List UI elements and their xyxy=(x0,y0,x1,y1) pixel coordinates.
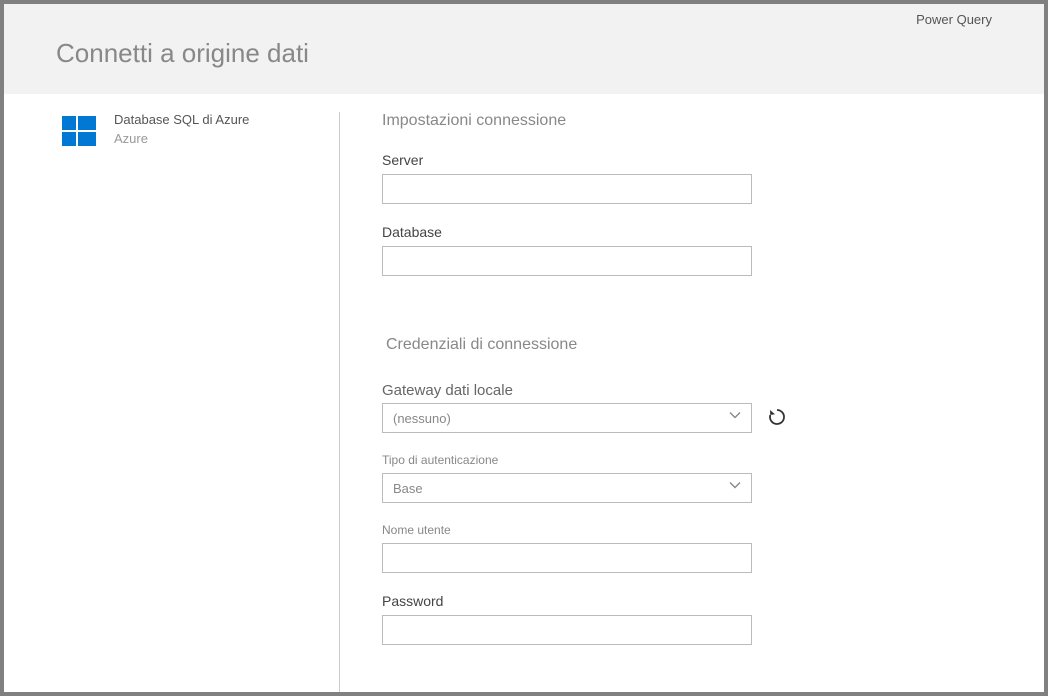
windows-icon xyxy=(62,114,96,153)
auth-type-select[interactable]: Base xyxy=(382,473,752,503)
password-label: Password xyxy=(382,593,1004,609)
gateway-label: Gateway dati locale xyxy=(382,382,1004,399)
gateway-select-value: (nessuno) xyxy=(393,411,451,426)
page-title: Connetti a origine dati xyxy=(56,38,309,69)
gateway-select[interactable]: (nessuno) xyxy=(382,403,752,433)
password-input[interactable] xyxy=(382,615,752,645)
section-connection-settings: Impostazioni connessione xyxy=(382,112,1004,130)
username-input[interactable] xyxy=(382,543,752,573)
database-label: Database xyxy=(382,224,1004,240)
main-form: Impostazioni connessione Server Database… xyxy=(340,112,1044,692)
username-label: Nome utente xyxy=(382,523,1004,537)
source-name: Database SQL di Azure xyxy=(114,112,249,127)
header: Power Query Connetti a origine dati xyxy=(4,4,1044,94)
refresh-button[interactable] xyxy=(766,407,788,429)
database-input[interactable] xyxy=(382,246,752,276)
source-subtitle: Azure xyxy=(114,131,249,146)
server-label: Server xyxy=(382,152,1004,168)
content: Database SQL di Azure Azure Impostazioni… xyxy=(4,94,1044,692)
section-connection-credentials: Credenziali di connessione xyxy=(382,336,1004,354)
auth-type-select-value: Base xyxy=(393,481,423,496)
sidebar-item-azure-sql[interactable]: Database SQL di Azure Azure xyxy=(62,112,319,153)
sidebar: Database SQL di Azure Azure xyxy=(4,112,340,692)
server-input[interactable] xyxy=(382,174,752,204)
refresh-icon xyxy=(767,407,787,430)
app-name: Power Query xyxy=(916,12,992,27)
auth-type-label: Tipo di autenticazione xyxy=(382,453,1004,467)
